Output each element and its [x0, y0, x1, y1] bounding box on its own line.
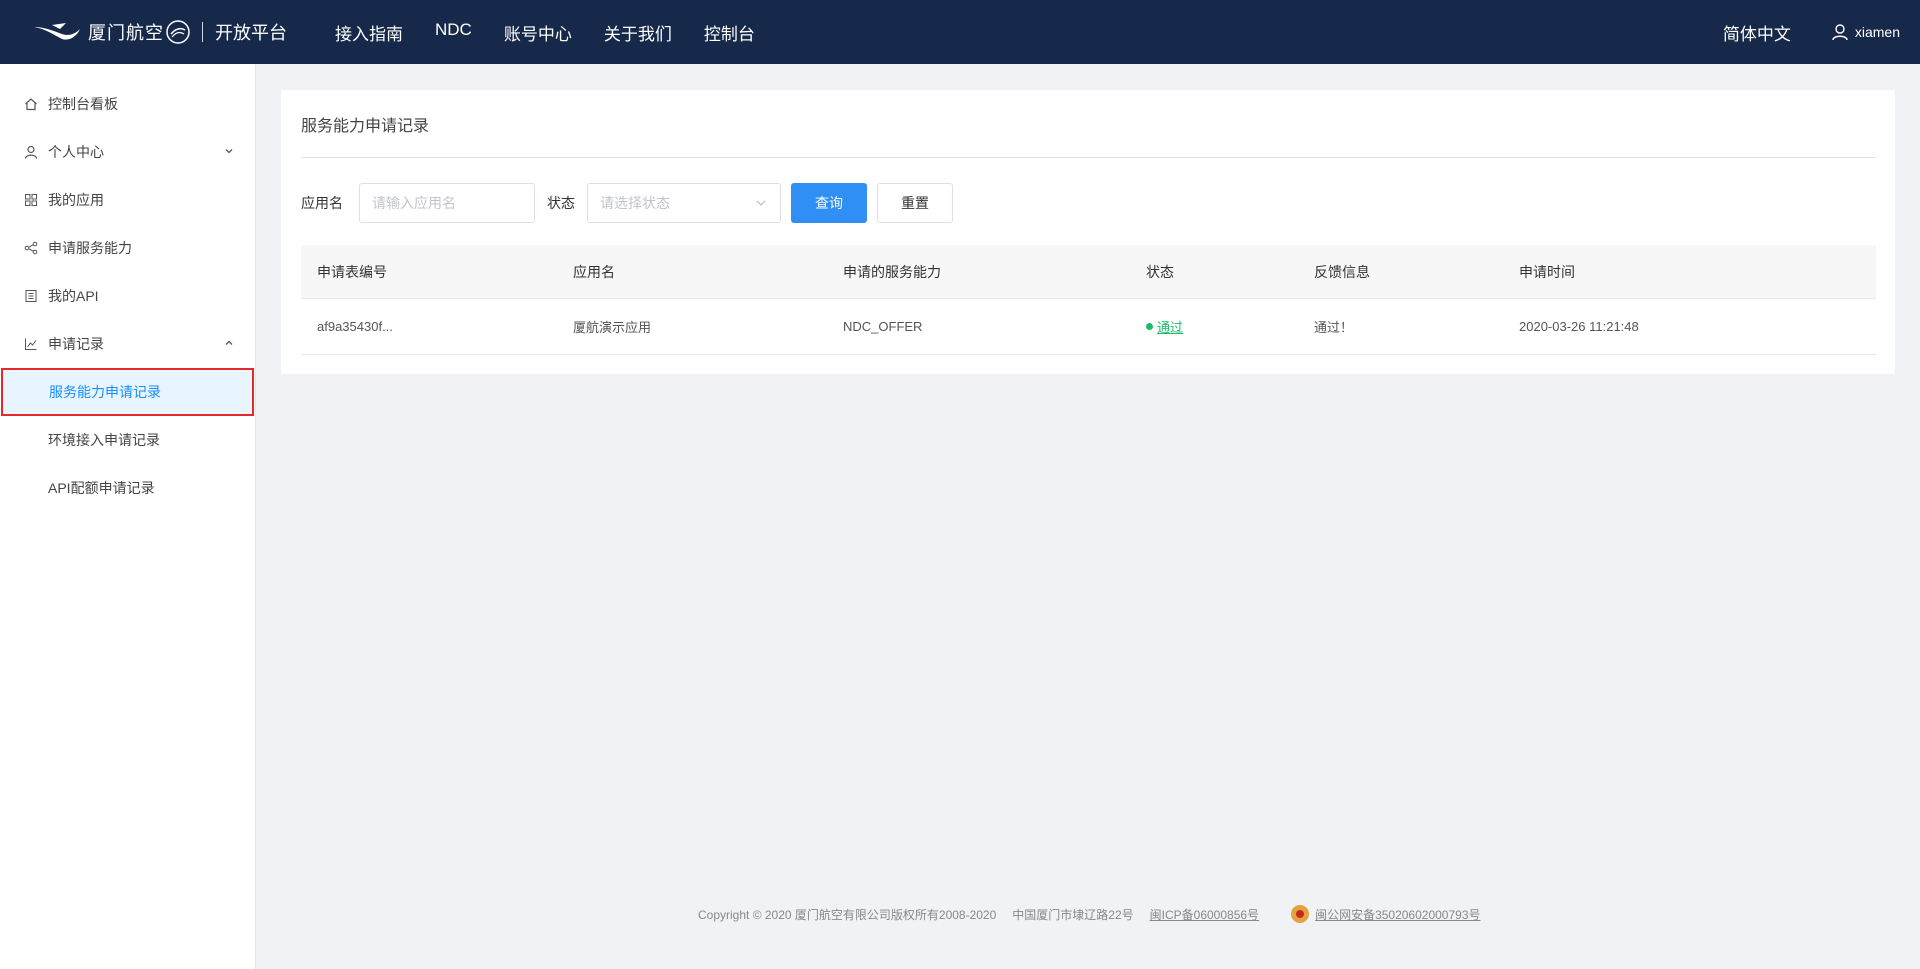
- sidebar-item-label: 申请服务能力: [48, 240, 132, 256]
- sidebar-item-apply-service[interactable]: 申请服务能力: [0, 224, 255, 272]
- logo-text: 厦门航空: [88, 23, 164, 43]
- company-address: 中国厦门市埭辽路22号: [1012, 907, 1134, 922]
- nav-account-center[interactable]: 账号中心: [504, 20, 572, 45]
- records-table: 申请表编号 应用名 申请的服务能力 状态 反馈信息 申请时间 af9a35430…: [301, 245, 1876, 355]
- filter-bar: 应用名 状态 请选择状态 查询 重置: [301, 183, 953, 223]
- query-button[interactable]: 查询: [791, 183, 867, 223]
- table-row[interactable]: af9a35430f... 厦航演示应用 NDC_OFFER 通过 通过！ 20…: [301, 299, 1876, 355]
- grid-icon: [24, 193, 38, 207]
- chart-icon: [24, 337, 38, 351]
- sidebar-item-my-api[interactable]: 我的API: [0, 272, 255, 320]
- chevron-down-icon: [756, 200, 766, 206]
- reset-button[interactable]: 重置: [877, 183, 953, 223]
- language-switcher[interactable]: 简体中文: [1723, 20, 1791, 45]
- page-title: 服务能力申请记录: [301, 118, 430, 135]
- emblem-icon: [166, 20, 190, 44]
- chevron-up-icon: [225, 340, 233, 345]
- sidebar-item-label: 申请记录: [48, 336, 104, 352]
- sidebar-item-label: 控制台看板: [48, 96, 118, 112]
- share-icon: [24, 241, 38, 255]
- sidebar-subitem-service-records[interactable]: 服务能力申请记录: [1, 368, 254, 416]
- sidebar: 控制台看板 个人中心 我的应用 申请服务能力 我的API 申请记录 服务能力申请…: [0, 64, 256, 969]
- police-badge-icon: [1291, 905, 1310, 923]
- sidebar-item-label: 个人中心: [48, 144, 104, 160]
- status-label: 状态: [547, 195, 575, 211]
- copyright: Copyright © 2020 厦门航空有限公司版权所有2008-2020: [698, 907, 997, 922]
- header-app-name: 应用名: [573, 263, 615, 280]
- airline-bird-logo-icon: [34, 23, 80, 40]
- book-icon: [24, 289, 38, 303]
- header-apply-time: 申请时间: [1519, 263, 1575, 280]
- sidebar-item-label: 我的API: [48, 288, 99, 304]
- sidebar-item-label: 我的应用: [48, 192, 104, 208]
- sidebar-subitem-api-quota-records[interactable]: API配额申请记录: [0, 464, 255, 512]
- app-name-label: 应用名: [301, 195, 343, 211]
- header-capability: 申请的服务能力: [843, 263, 941, 280]
- nav-access-guide[interactable]: 接入指南: [335, 20, 403, 45]
- user-menu[interactable]: xiamen: [1831, 23, 1900, 41]
- logo[interactable]: 厦门航空 开放平台: [32, 0, 287, 64]
- records-card: 服务能力申请记录 应用名 状态 请选择状态 查询 重置 申请表编号 应用名 申请…: [281, 90, 1895, 374]
- header-right: 简体中文 xiamen: [1723, 20, 1900, 45]
- status-link[interactable]: 通过: [1157, 320, 1183, 335]
- header-status: 状态: [1146, 263, 1174, 280]
- header-id: 申请表编号: [317, 263, 387, 280]
- logo-divider: [202, 22, 203, 42]
- cell-feedback: 通过！: [1314, 320, 1354, 335]
- status-select-placeholder: 请选择状态: [600, 195, 670, 211]
- cell-status: 通过: [1130, 317, 1298, 336]
- header-feedback: 反馈信息: [1314, 263, 1370, 280]
- username: xiamen: [1854, 24, 1900, 40]
- sidebar-item-my-apps[interactable]: 我的应用: [0, 176, 255, 224]
- cell-app-name: 厦航演示应用: [573, 320, 652, 335]
- police-record-link[interactable]: 闽公网安备35020602000793号: [1315, 906, 1480, 923]
- icp-link[interactable]: 闽ICP备06000856号: [1150, 906, 1259, 923]
- user-icon: [24, 145, 38, 159]
- cell-id: af9a35430f...: [317, 319, 393, 334]
- footer: Copyright © 2020 厦门航空有限公司版权所有2008-2020 中…: [698, 905, 1481, 923]
- sidebar-item-apply-records[interactable]: 申请记录: [0, 320, 255, 368]
- sidebar-item-personal-center[interactable]: 个人中心: [0, 128, 255, 176]
- home-icon: [24, 97, 38, 111]
- nav-about-us[interactable]: 关于我们: [604, 20, 672, 45]
- chevron-down-icon: [225, 149, 233, 154]
- top-navbar: 厦门航空 开放平台 接入指南 NDC 账号中心 关于我们 控制台 简体中文 xi…: [0, 0, 1920, 64]
- main-nav: 接入指南 NDC 账号中心 关于我们 控制台: [335, 20, 787, 45]
- nav-ndc[interactable]: NDC: [435, 20, 472, 45]
- divider: [301, 157, 1876, 158]
- sidebar-subitem-env-records[interactable]: 环境接入申请记录: [0, 416, 255, 464]
- cell-capability: NDC_OFFER: [843, 319, 923, 334]
- platform-name: 开放平台: [215, 23, 287, 43]
- status-select[interactable]: 请选择状态: [587, 183, 781, 223]
- app-name-input[interactable]: [359, 183, 535, 223]
- sidebar-item-dashboard[interactable]: 控制台看板: [0, 80, 255, 128]
- cell-apply-time: 2020-03-26 11:21:48: [1519, 319, 1639, 334]
- nav-console[interactable]: 控制台: [704, 20, 755, 45]
- status-dot-icon: [1146, 323, 1153, 330]
- user-icon: [1832, 24, 1848, 41]
- table-header: 申请表编号 应用名 申请的服务能力 状态 反馈信息 申请时间: [301, 245, 1876, 299]
